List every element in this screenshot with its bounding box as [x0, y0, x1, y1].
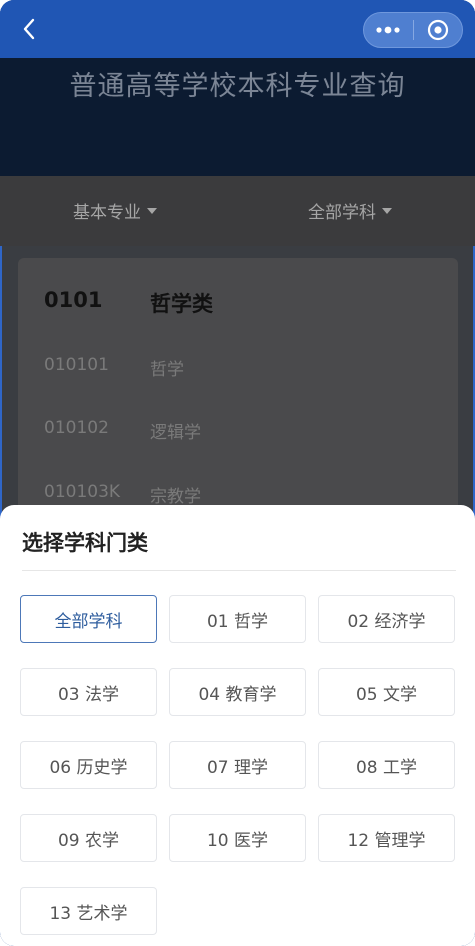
subject-option[interactable]: 07 理学 — [169, 741, 306, 789]
major-code: 010101 — [44, 355, 109, 375]
major-name: 哲学 — [150, 360, 184, 380]
subject-picker-sheet: 选择学科门类 全部学科 01 哲学 02 经济学 03 法学 04 教育学 05… — [0, 505, 475, 946]
more-dots-icon — [376, 26, 400, 34]
subject-option[interactable]: 02 经济学 — [318, 595, 455, 643]
subject-option[interactable]: 04 教育学 — [169, 668, 306, 716]
back-button[interactable] — [14, 14, 44, 44]
subject-label: 全部学科 — [308, 203, 376, 223]
sheet-title: 选择学科门类 — [22, 531, 148, 555]
subject-option[interactable]: 08 工学 — [318, 741, 455, 789]
top-nav-bar — [0, 0, 475, 58]
major-name: 逻辑学 — [150, 423, 201, 443]
list-item[interactable]: 010102 逻辑学 — [44, 418, 201, 443]
sheet-divider — [22, 570, 456, 571]
subject-option[interactable]: 10 医学 — [169, 814, 306, 862]
major-name: 宗教学 — [150, 487, 201, 507]
hero-banner: 普通高等学校本科专业查询 — [0, 58, 475, 176]
major-code: 010102 — [44, 418, 109, 438]
target-close-icon — [427, 19, 448, 41]
major-list-card: 0101 哲学类 010101 哲学 010102 逻辑学 010103K 宗教… — [18, 258, 458, 538]
major-type-label: 基本专业 — [73, 203, 141, 223]
group-code: 0101 — [44, 288, 103, 312]
subject-dropdown[interactable]: 全部学科 — [308, 198, 392, 223]
subject-option[interactable]: 13 艺术学 — [20, 887, 157, 935]
chevron-left-icon — [23, 18, 35, 40]
caret-down-icon — [382, 207, 392, 214]
subject-option[interactable]: 01 哲学 — [169, 595, 306, 643]
major-code: 010103K — [44, 482, 121, 502]
list-item[interactable]: 010101 哲学 — [44, 355, 184, 380]
caret-down-icon — [147, 207, 157, 214]
subject-option[interactable]: 12 管理学 — [318, 814, 455, 862]
subject-option[interactable]: 05 文学 — [318, 668, 455, 716]
group-header-row[interactable]: 0101 哲学类 — [44, 288, 213, 318]
page-title: 普通高等学校本科专业查询 — [69, 71, 406, 102]
filter-bar: 基本专业 全部学科 — [0, 176, 475, 246]
mini-program-capsule — [363, 12, 463, 48]
subject-option[interactable]: 03 法学 — [20, 668, 157, 716]
major-type-dropdown[interactable]: 基本专业 — [73, 198, 157, 223]
more-button[interactable] — [364, 13, 413, 47]
list-item[interactable]: 010103K 宗教学 — [44, 482, 201, 507]
subject-option[interactable]: 06 历史学 — [20, 741, 157, 789]
subject-option-all[interactable]: 全部学科 — [20, 595, 157, 643]
app-frame: 普通高等学校本科专业查询 基本专业 全部学科 0101 哲学类 010101 哲… — [0, 0, 475, 946]
subject-option[interactable]: 09 农学 — [20, 814, 157, 862]
group-name: 哲学类 — [150, 292, 213, 316]
close-button[interactable] — [413, 13, 462, 47]
